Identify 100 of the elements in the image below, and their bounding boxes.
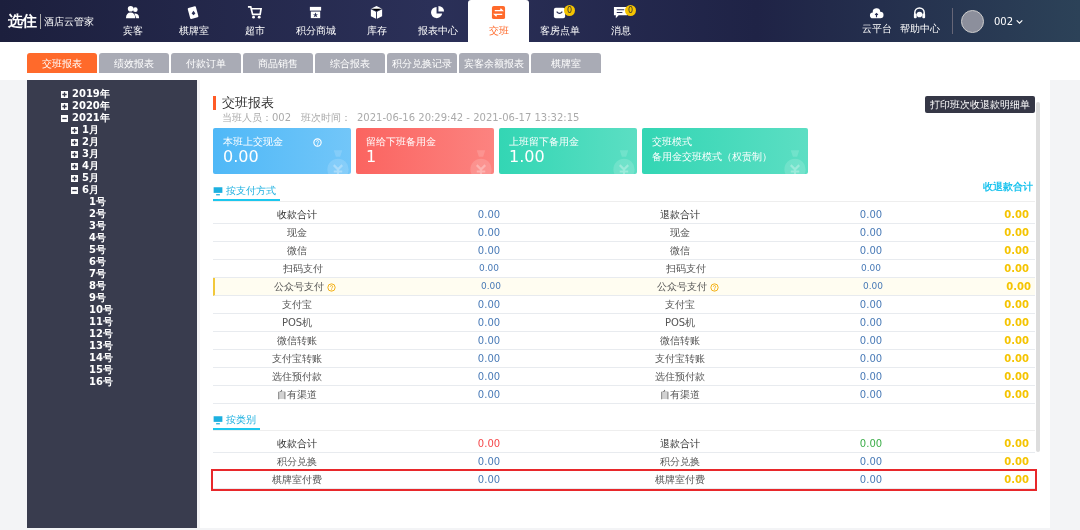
tree-item[interactable]: 8号 <box>89 280 106 292</box>
table-cell: 微信转账 <box>277 335 317 346</box>
table-cell: 0.00 <box>477 299 501 310</box>
tree-item[interactable]: 6号 <box>89 256 106 268</box>
table-cell: 现金 <box>287 227 307 238</box>
table-cell: 微信转账 <box>660 335 700 346</box>
table-cell: POS机 <box>664 317 696 328</box>
logo: 选住 <box>8 10 36 32</box>
tree-item[interactable]: 12号 <box>89 328 113 340</box>
table-cell: 0.00 <box>477 389 501 400</box>
table-cell: 0.00 <box>477 353 501 364</box>
card-label: 留给下班备用金 <box>366 136 436 148</box>
table-cell: 收款合计 <box>277 209 317 220</box>
table-cell: 0.00 <box>859 456 883 467</box>
table-cell: 扫码支付 <box>283 263 323 274</box>
table-cell: 公众号支付 <box>657 281 707 292</box>
card-label: 交班模式 <box>652 136 692 148</box>
print-button[interactable]: 打印班次收退款明细单 <box>925 96 1035 113</box>
tree-item[interactable]: 4月 <box>82 160 99 172</box>
tree-item[interactable]: 11号 <box>89 316 113 328</box>
tree-item[interactable]: 5号 <box>89 244 106 256</box>
tree-item[interactable]: 13号 <box>89 340 113 352</box>
report-title: 交班报表 <box>213 96 580 110</box>
table-cell: 自有渠道 <box>277 389 317 400</box>
card-value: 0.00 <box>223 148 260 166</box>
table-cell: 0.00 <box>477 209 501 220</box>
table-cell: 0.00 <box>477 456 501 467</box>
tree-item[interactable]: 3号 <box>89 220 106 232</box>
badge-count: 0 <box>564 5 575 16</box>
card-value: 备用金交班模式（权责制） <box>652 150 773 164</box>
toolbar-button[interactable]: 帮助中心 <box>895 6 944 36</box>
toolbar-button[interactable]: 云平台 <box>857 6 896 36</box>
nav-tab[interactable]: 消息 0 <box>590 0 651 42</box>
user-menu[interactable]: 002 <box>989 13 1028 29</box>
tree-item[interactable]: 14号 <box>89 352 113 364</box>
tree-item[interactable]: 2019年 <box>72 88 110 100</box>
brand-name: 酒店云管家 <box>40 13 94 29</box>
table-cell: 收款合计 <box>277 438 317 449</box>
table-cell: 0.00 <box>1004 353 1029 364</box>
table-cell: 0.00 <box>477 227 501 238</box>
nav-tab[interactable]: 宾客 <box>102 0 163 42</box>
table-cell: 0.00 <box>859 227 883 238</box>
table-cell: 0.00 <box>859 474 883 485</box>
table-cell: 0.00 <box>477 317 501 328</box>
table-cell: 选住预付款 <box>655 371 705 382</box>
table-cell: 0.00 <box>478 262 499 273</box>
nav-tab[interactable]: 报表中心 <box>407 0 468 42</box>
nav-tab[interactable]: 棋牌室 <box>163 0 224 42</box>
table-cell: 0.00 <box>1004 245 1029 256</box>
tree-item[interactable]: 10号 <box>89 304 113 316</box>
table-cell: POS机 <box>281 317 313 328</box>
table-cell: 微信 <box>670 245 690 256</box>
table-cell: 支付宝 <box>282 299 312 310</box>
table-cell: 现金 <box>670 227 690 238</box>
table-cell: 支付宝转账 <box>272 353 322 364</box>
tree-item[interactable]: 9号 <box>89 292 106 304</box>
nav-tab[interactable]: 客房点单 0 <box>529 0 590 42</box>
table-cell: 0.00 <box>477 245 501 256</box>
table-cell: 0.00 <box>862 280 883 291</box>
table-cell: 微信 <box>287 245 307 256</box>
tree-item[interactable]: 2021年 <box>72 112 110 124</box>
tree-item[interactable]: 4号 <box>89 232 106 244</box>
table-cell: 0.00 <box>859 389 883 400</box>
table-cell: 自有渠道 <box>660 389 700 400</box>
nav-tab[interactable]: 超市 <box>224 0 285 42</box>
tree-item[interactable]: 1月 <box>82 124 99 136</box>
table-cell: 退款合计 <box>660 438 700 449</box>
tree-item[interactable]: 2020年 <box>72 100 110 112</box>
table-cell: 选住预付款 <box>272 371 322 382</box>
nav-tab[interactable]: 库存 <box>346 0 407 42</box>
tree-item[interactable]: 2号 <box>89 208 106 220</box>
table-cell: 积分兑换 <box>277 456 317 467</box>
tree-item[interactable]: 6月 <box>82 184 99 196</box>
table-cell: 0.00 <box>1004 263 1029 274</box>
tree-item[interactable]: 1号 <box>89 196 106 208</box>
table-cell: 0.00 <box>1004 317 1029 328</box>
table-cell: 0.00 <box>859 353 883 364</box>
tree-item[interactable]: 16号 <box>89 376 113 388</box>
column-heading: 收退款合计 <box>983 180 1033 194</box>
tree-item[interactable]: 5月 <box>82 172 99 184</box>
table-cell: 0.00 <box>1004 438 1029 449</box>
table-cell: 积分兑换 <box>660 456 700 467</box>
card-value: 1.00 <box>509 148 546 166</box>
table-cell: 0.00 <box>1006 281 1031 292</box>
tree-item[interactable]: 7号 <box>89 268 106 280</box>
nav-tab[interactable]: 积分商城 <box>285 0 346 42</box>
table-cell: 0.00 <box>859 245 883 256</box>
table-cell: 支付宝转账 <box>655 353 705 364</box>
table-cell: 0.00 <box>477 371 501 382</box>
table-cell: 0.00 <box>859 335 883 346</box>
tree-item[interactable]: 3月 <box>82 148 99 160</box>
card-label: 本班上交现金 <box>223 136 283 148</box>
table-cell: 棋牌室付费 <box>272 474 322 485</box>
shift-info: 当班人员：002 班次时间： 2021-06-16 20:29:42 - 2021-06-17 13:32:15 <box>222 111 580 125</box>
tree-item[interactable]: 15号 <box>89 364 113 376</box>
table-cell: 棋牌室付费 <box>655 474 705 485</box>
table-cell: 0.00 <box>1004 227 1029 238</box>
table-cell: 0.00 <box>859 299 883 310</box>
table-cell: 0.00 <box>1004 474 1029 485</box>
tree-item[interactable]: 2月 <box>82 136 99 148</box>
